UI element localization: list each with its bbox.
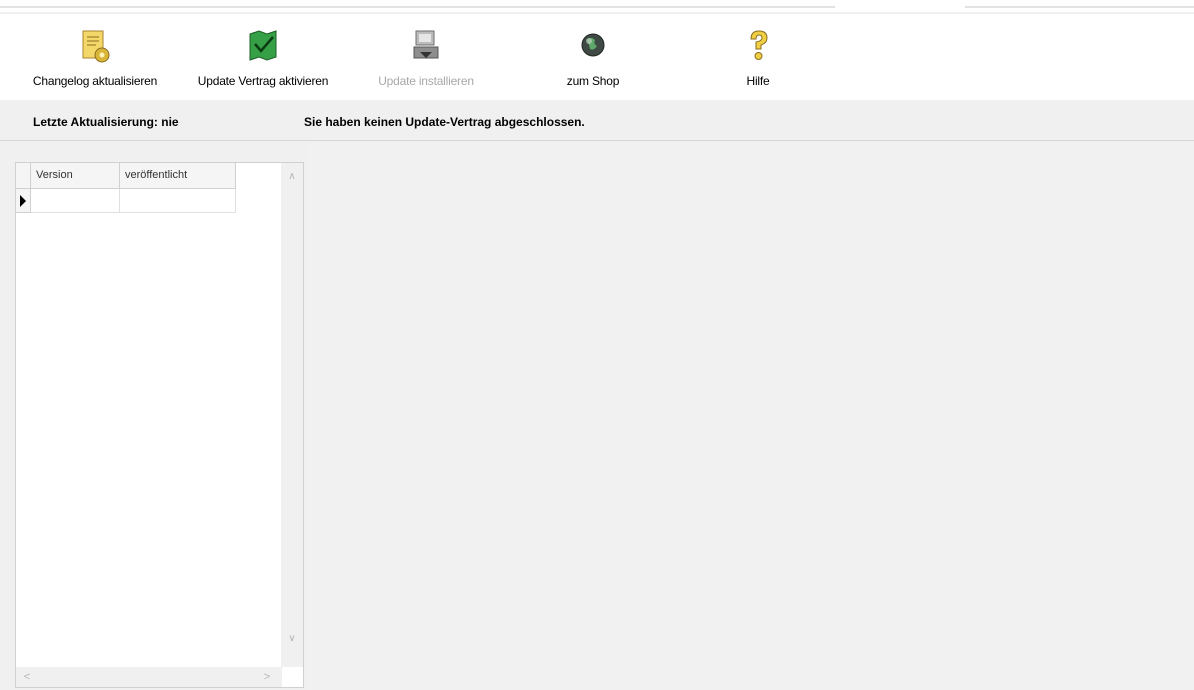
cell-version[interactable] — [31, 189, 120, 213]
cell-veroeffentlicht[interactable] — [120, 189, 236, 213]
changelog-aktualisieren-label: Changelog aktualisieren — [32, 74, 158, 88]
current-row-pointer-icon — [20, 195, 26, 207]
zum-shop-label: zum Shop — [566, 74, 620, 88]
table-row[interactable] — [16, 189, 236, 213]
update-installieren-button[interactable]: Update installieren — [362, 28, 490, 92]
install-update-computer-icon — [413, 30, 439, 59]
hilfe-label: Hilfe — [746, 74, 770, 88]
last-update-text: Letzte Aktualisierung: nie — [33, 115, 179, 129]
update-vertrag-aktivieren-button[interactable]: Update Vertrag aktivieren — [183, 28, 343, 92]
contract-map-check-icon — [249, 30, 277, 61]
scroll-down-icon[interactable]: ∨ — [281, 629, 303, 647]
hilfe-button[interactable]: Hilfe — [728, 28, 788, 92]
grid-header: Version veröffentlicht — [16, 163, 236, 189]
scroll-left-icon[interactable]: < — [18, 667, 36, 687]
update-vertrag-aktivieren-label: Update Vertrag aktivieren — [197, 74, 329, 88]
update-installieren-label: Update installieren — [378, 74, 474, 88]
vertical-scrollbar[interactable]: ∧ ∨ — [281, 163, 303, 667]
changelog-document-gear-icon — [82, 30, 110, 63]
globe-icon — [581, 33, 605, 57]
top-strip-segment — [0, 6, 835, 8]
changelog-content-panel — [308, 142, 1194, 690]
update-window: Changelog aktualisieren Update Vertrag a… — [0, 0, 1194, 690]
contract-status-text: Sie haben keinen Update-Vertrag abgeschl… — [304, 115, 585, 129]
zum-shop-button[interactable]: zum Shop — [555, 28, 631, 92]
column-header-veroeffentlicht[interactable]: veröffentlicht — [120, 163, 236, 189]
version-grid[interactable]: Version veröffentlicht ∧ ∨ < > — [15, 162, 304, 688]
horizontal-scrollbar[interactable]: < > — [16, 667, 282, 687]
column-header-version[interactable]: Version — [31, 163, 120, 189]
scroll-up-icon[interactable]: ∧ — [281, 167, 303, 185]
toolbar: Changelog aktualisieren Update Vertrag a… — [0, 14, 1194, 100]
top-strip — [0, 0, 1194, 12]
grid-corner — [16, 163, 31, 189]
top-strip-segment — [965, 6, 1194, 8]
row-header — [16, 189, 31, 213]
help-question-icon — [750, 30, 768, 60]
status-bar: Letzte Aktualisierung: nie Sie haben kei… — [0, 100, 1194, 141]
changelog-aktualisieren-button[interactable]: Changelog aktualisieren — [22, 28, 168, 92]
scroll-right-icon[interactable]: > — [258, 667, 276, 687]
